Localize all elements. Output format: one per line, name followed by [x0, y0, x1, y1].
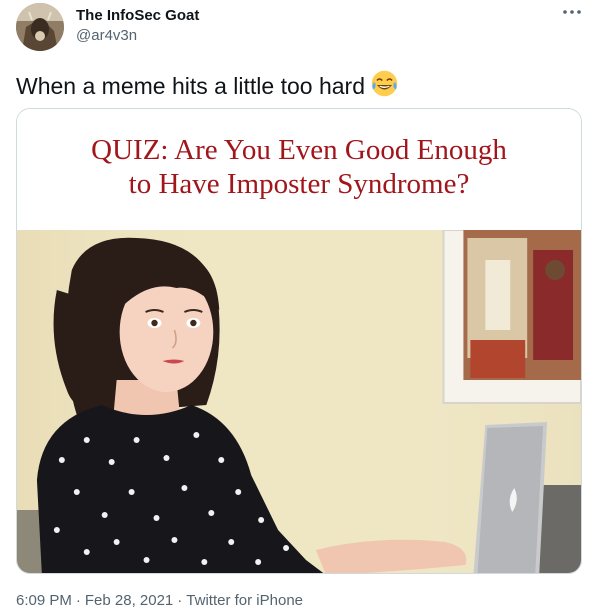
quiz-headline-line1: QUIZ: Are You Even Good Enough	[91, 134, 507, 166]
tweet-text: When a meme hits a little too hard	[16, 70, 398, 100]
tweet-date[interactable]: Feb 28, 2021	[85, 592, 173, 609]
more-horizontal-icon	[563, 10, 581, 14]
tweet-time[interactable]: 6:09 PM	[16, 592, 72, 609]
more-options-button[interactable]	[562, 6, 582, 20]
meta-separator: ·	[75, 592, 81, 609]
tweet-meta: 6:09 PM · Feb 28, 2021 · Twitter for iPhone	[16, 592, 303, 609]
meta-separator: ·	[177, 592, 183, 609]
tweet-body: When a meme hits a little too hard	[16, 73, 365, 99]
goat-avatar-image	[16, 3, 64, 51]
face-with-tears-of-joy-icon	[371, 70, 398, 97]
meme-photo	[17, 230, 581, 573]
author-handle[interactable]: @ar4v3n	[76, 27, 137, 44]
tweet-media[interactable]: QUIZ: Are You Even Good Enough to Have I…	[16, 108, 582, 574]
tweet-source[interactable]: Twitter for iPhone	[186, 592, 303, 609]
avatar[interactable]	[16, 3, 64, 51]
author-name[interactable]: The InfoSec Goat	[76, 7, 199, 24]
quiz-headline-line2: to Have Imposter Syndrome?	[128, 168, 470, 200]
quiz-headline: QUIZ: Are You Even Good Enough to Have I…	[17, 109, 581, 230]
